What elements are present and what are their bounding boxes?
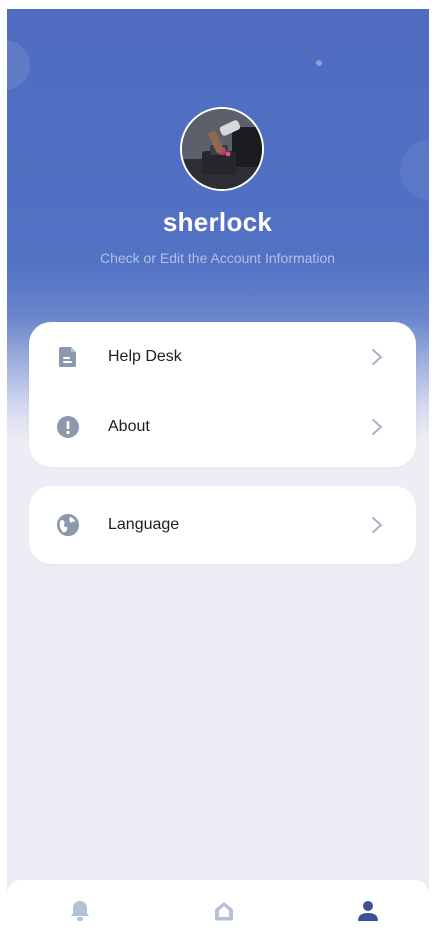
menu-item-label: Help Desk xyxy=(108,348,182,365)
left-edge xyxy=(0,0,7,936)
menu-item-label: About xyxy=(108,418,150,435)
menu-item-help-desk[interactable]: Help Desk xyxy=(29,322,416,392)
menu-item-about[interactable]: About xyxy=(29,392,416,462)
menu-card-settings: Language xyxy=(29,486,416,564)
bottom-tab-bar xyxy=(7,880,429,936)
top-edge xyxy=(0,0,435,9)
chevron-right-icon xyxy=(370,417,384,437)
chevron-right-icon xyxy=(370,347,384,367)
info-icon xyxy=(56,415,80,439)
username: sherlock xyxy=(162,207,273,237)
home-icon xyxy=(215,902,233,921)
right-edge xyxy=(429,0,435,936)
user-icon xyxy=(358,901,378,921)
avatar[interactable] xyxy=(180,107,264,191)
account-info-subtitle[interactable]: Check or Edit the Account Information xyxy=(0,250,435,266)
tab-notifications[interactable] xyxy=(67,898,93,924)
chevron-right-icon xyxy=(370,515,384,535)
menu-item-label: Language xyxy=(108,516,180,533)
profile-screen: sherlock Check or Edit the Account Infor… xyxy=(0,0,435,936)
bell-icon xyxy=(71,901,89,922)
document-icon xyxy=(56,345,80,369)
globe-icon xyxy=(56,513,80,537)
decorative-dot xyxy=(316,60,322,66)
tab-home[interactable] xyxy=(211,898,237,924)
menu-item-language[interactable]: Language xyxy=(29,490,416,560)
avatar-image xyxy=(182,109,262,189)
menu-card-support: Help Desk About xyxy=(29,322,416,467)
tab-profile[interactable] xyxy=(355,898,381,924)
